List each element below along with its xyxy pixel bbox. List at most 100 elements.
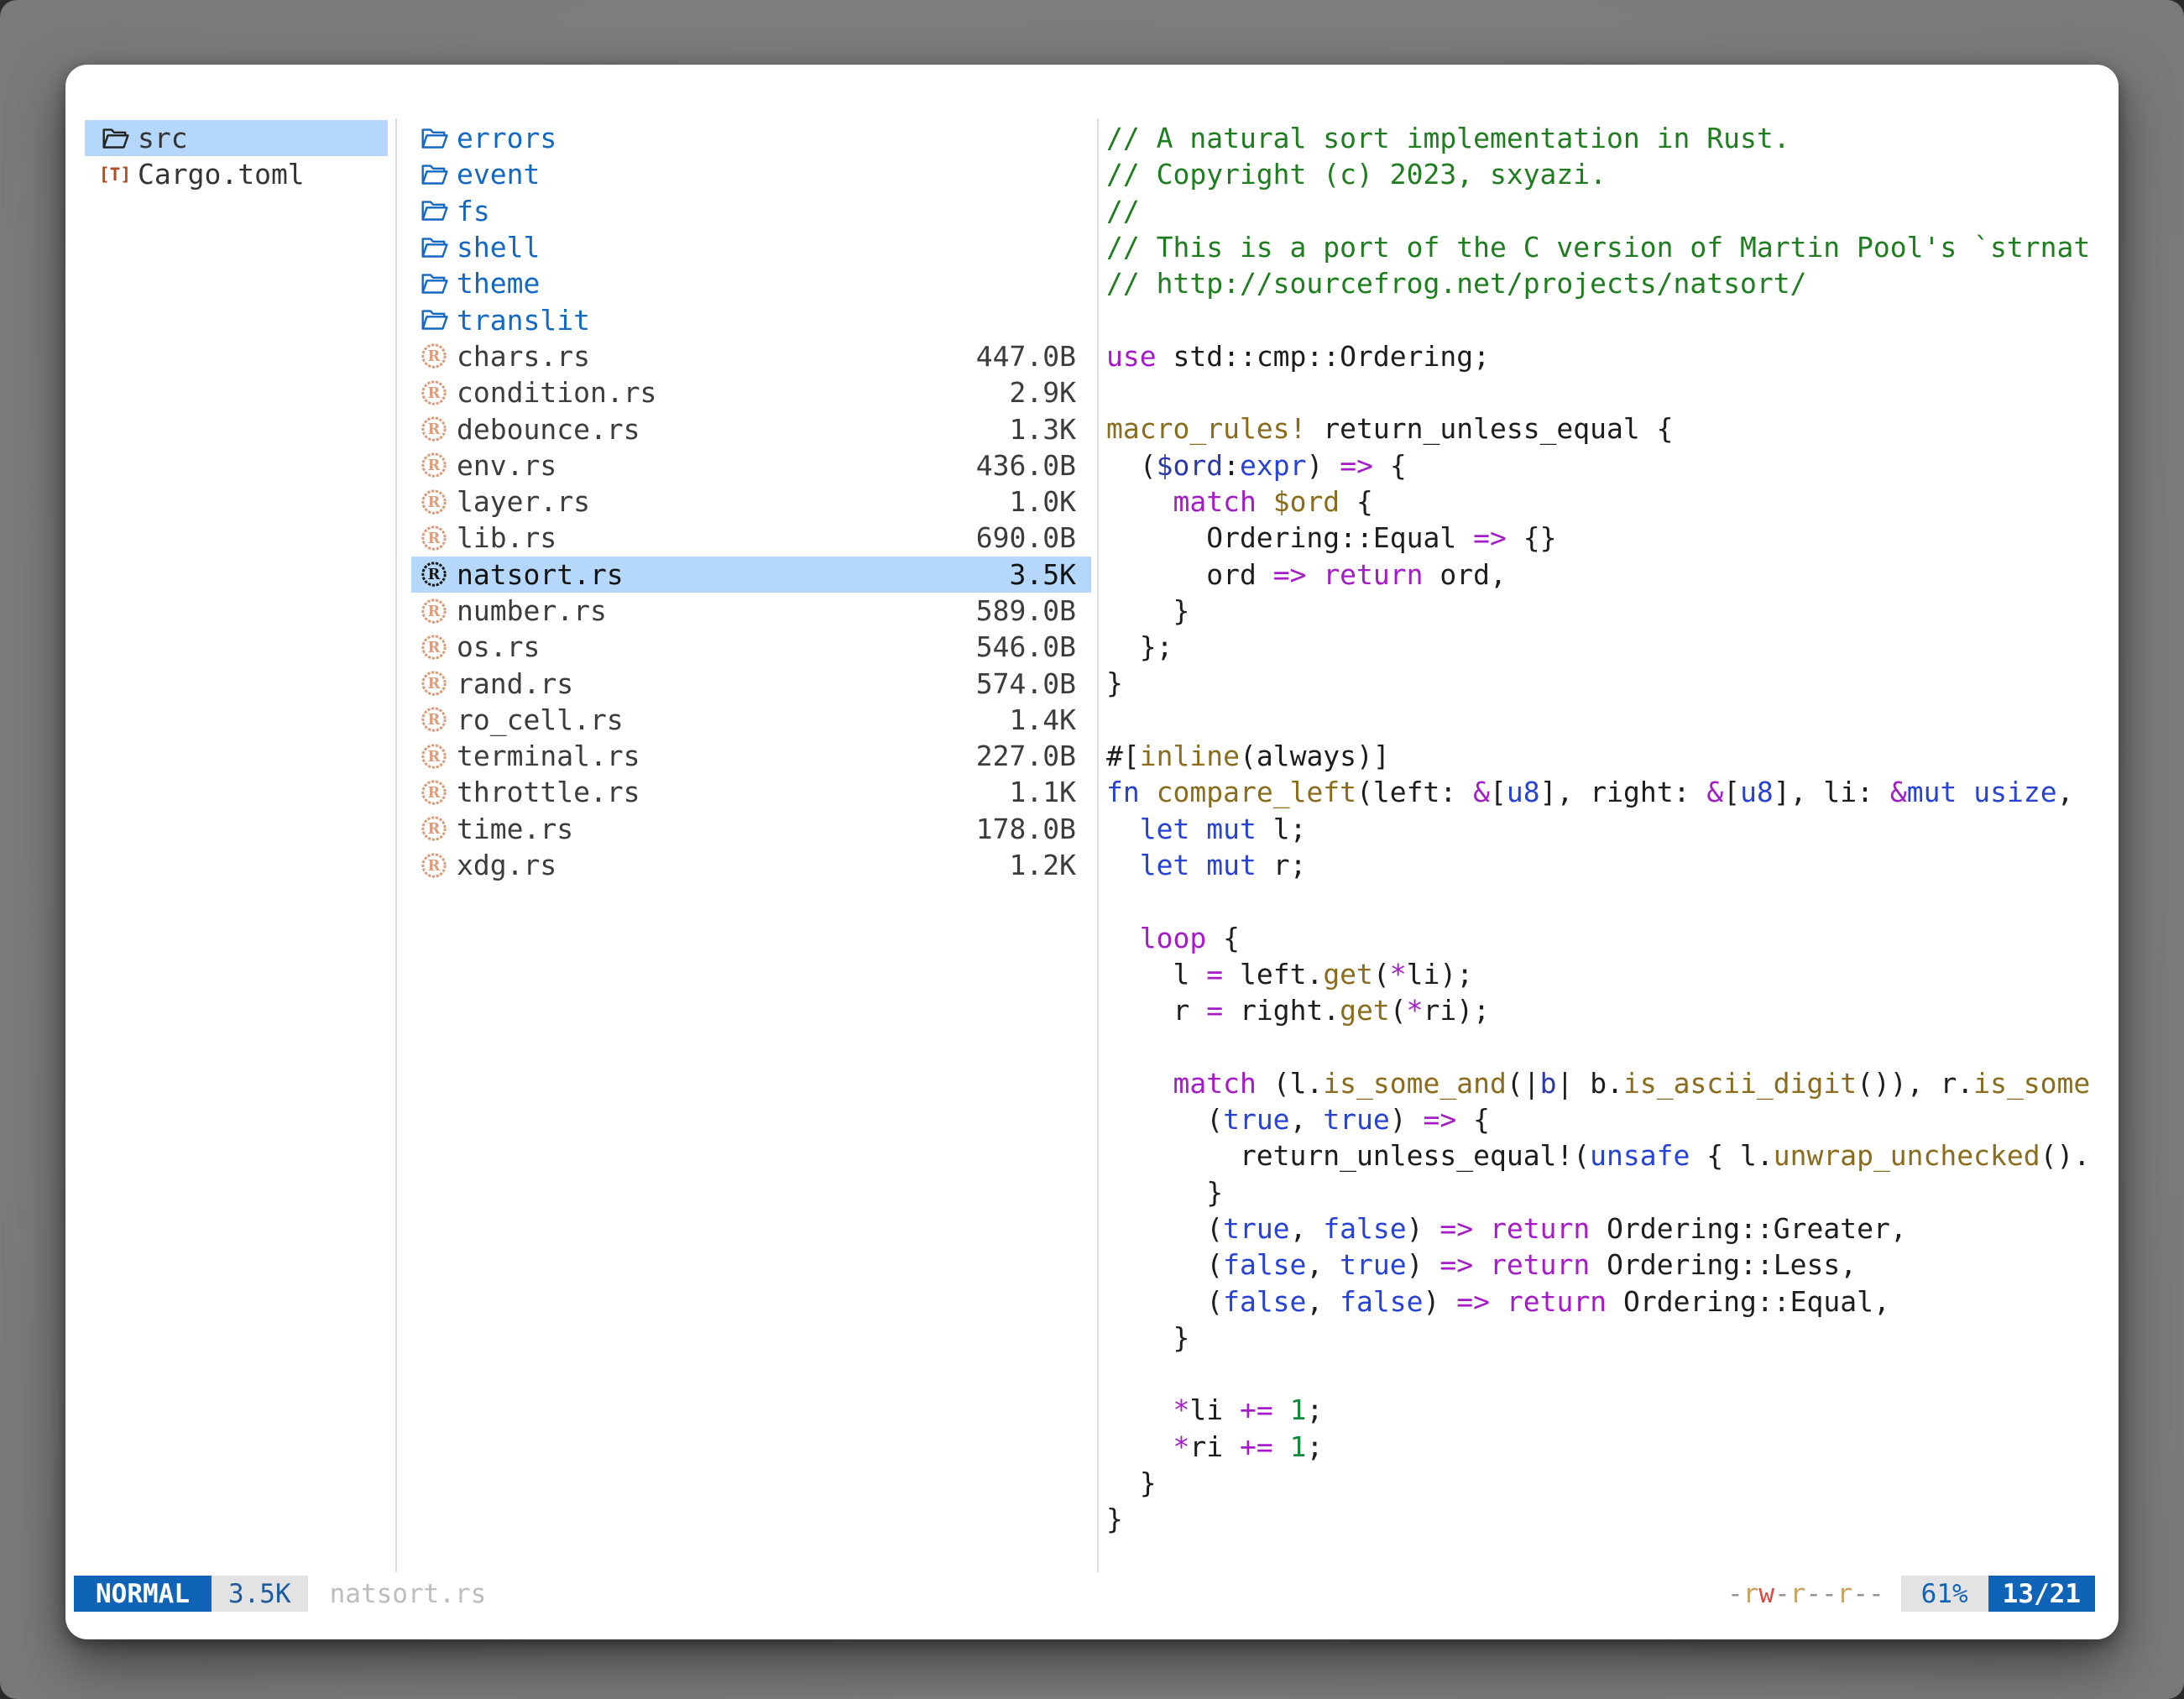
file-name: xdg.rs xyxy=(457,849,556,881)
code-token: li); xyxy=(1407,958,1473,991)
file-row-shell[interactable]: shell xyxy=(411,229,1091,265)
file-row-theme[interactable]: theme xyxy=(411,265,1091,301)
code-token: return xyxy=(1490,1212,1590,1245)
file-size: 1.0K xyxy=(1010,485,1083,518)
code-token: l; xyxy=(1257,813,1307,845)
code-line: // xyxy=(1106,193,2105,229)
code-line: l = left.get(*li); xyxy=(1106,956,2105,992)
code-token: #[ xyxy=(1106,740,1140,772)
code-line: } xyxy=(1106,1320,2105,1356)
perm-char: w xyxy=(1758,1579,1774,1609)
file-row-number.rs[interactable]: Rnumber.rs589.0B xyxy=(411,593,1091,629)
file-row-event[interactable]: event xyxy=(411,156,1091,192)
code-line: #[inline(always)] xyxy=(1106,738,2105,774)
code-line: let mut l; xyxy=(1106,811,2105,847)
code-token xyxy=(1473,1248,1490,1281)
file-size: 589.0B xyxy=(976,594,1083,627)
yazi-window: src[T]Cargo.toml errorseventfsshelltheme… xyxy=(65,65,2119,1639)
file-size: 546.0B xyxy=(976,630,1083,663)
file-size: 436.0B xyxy=(976,449,1083,482)
file-row-layer.rs[interactable]: Rlayer.rs1.0K xyxy=(411,484,1091,520)
code-token: fn xyxy=(1106,776,1140,808)
file-row-throttle.rs[interactable]: Rthrottle.rs1.1K xyxy=(411,774,1091,810)
file-row-chars.rs[interactable]: Rchars.rs447.0B xyxy=(411,338,1091,374)
code-line: match $ord { xyxy=(1106,484,2105,520)
file-row-src[interactable]: src xyxy=(85,120,388,156)
status-bar: NORMAL 3.5K natsort.rs -rw-r--r-- 61% 13… xyxy=(74,1576,2095,1612)
code-token xyxy=(1957,776,1973,808)
code-token: left. xyxy=(1223,958,1323,991)
file-row-ro_cell.rs[interactable]: Rro_cell.rs1.4K xyxy=(411,702,1091,738)
selected-file-size: 3.5K xyxy=(212,1576,308,1612)
code-token xyxy=(1106,1067,1173,1100)
code-token: ( xyxy=(1390,994,1407,1027)
code-line: // http://sourcefrog.net/projects/natsor… xyxy=(1106,265,2105,301)
code-token: , xyxy=(2057,776,2074,808)
file-row-rand.rs[interactable]: Rrand.rs574.0B xyxy=(411,665,1091,701)
current-pane[interactable]: errorseventfsshelltheme translitRchars.rs… xyxy=(411,120,1091,883)
rust-icon: R xyxy=(420,342,448,370)
file-row-time.rs[interactable]: Rtime.rs178.0B xyxy=(411,811,1091,847)
code-token: r xyxy=(1106,994,1206,1027)
file-row-condition.rs[interactable]: Rcondition.rs2.9K xyxy=(411,374,1091,410)
file-size: 3.5K xyxy=(1010,558,1083,591)
file-row-natsort.rs[interactable]: Rnatsort.rs3.5K xyxy=(411,557,1091,593)
code-token: ()), r. xyxy=(1857,1067,1973,1100)
code-line: r = right.get(*ri); xyxy=(1106,992,2105,1028)
code-token: is_some_and xyxy=(1323,1067,1507,1100)
file-size: 574.0B xyxy=(976,667,1083,700)
file-row-lib.rs[interactable]: Rlib.rs690.0B xyxy=(411,520,1091,556)
pane-separator xyxy=(395,118,397,1572)
file-size: 1.2K xyxy=(1010,849,1083,881)
code-token: return_unless_equal!( xyxy=(1106,1139,1590,1172)
code-token: false xyxy=(1323,1212,1406,1245)
code-token: 1 xyxy=(1290,1430,1307,1463)
parent-pane[interactable]: src[T]Cargo.toml xyxy=(85,120,388,193)
code-token xyxy=(1106,1430,1173,1463)
code-token: true xyxy=(1340,1248,1406,1281)
file-row-xdg.rs[interactable]: Rxdg.rs1.2K xyxy=(411,847,1091,883)
file-row-fs[interactable]: fs xyxy=(411,193,1091,229)
folder-open-icon xyxy=(101,124,129,153)
file-row-Cargo.toml[interactable]: [T]Cargo.toml xyxy=(85,156,388,192)
code-token: => xyxy=(1439,1212,1473,1245)
code-token: & xyxy=(1706,776,1723,808)
code-token: : xyxy=(1223,449,1240,482)
code-token xyxy=(1106,813,1140,845)
code-token: => xyxy=(1340,449,1373,482)
file-size: 447.0B xyxy=(976,340,1083,373)
file-row-translit[interactable]: translit xyxy=(411,301,1091,337)
code-token: // http://sourcefrog.net/projects/natsor… xyxy=(1106,267,1806,300)
code-token: { xyxy=(1206,922,1240,954)
folder-open-icon xyxy=(420,233,448,262)
file-row-env.rs[interactable]: Renv.rs436.0B xyxy=(411,447,1091,484)
rust-icon: R xyxy=(420,633,448,661)
code-token: ( xyxy=(1106,449,1157,482)
file-row-debounce.rs[interactable]: Rdebounce.rs1.3K xyxy=(411,410,1091,447)
file-row-os.rs[interactable]: Ros.rs546.0B xyxy=(411,629,1091,665)
code-line: // Copyright (c) 2023, sxyazi. xyxy=(1106,156,2105,192)
code-token: $ord xyxy=(1273,485,1340,518)
perm-char: - xyxy=(1727,1579,1743,1609)
desktop-background: src[T]Cargo.toml errorseventfsshelltheme… xyxy=(0,0,2184,1699)
file-row-errors[interactable]: errors xyxy=(411,120,1091,156)
code-token: let xyxy=(1140,849,1190,881)
code-token: loop xyxy=(1140,922,1206,954)
preview-pane[interactable]: // A natural sort implementation in Rust… xyxy=(1106,120,2105,1538)
pane-separator xyxy=(1097,118,1099,1572)
file-name: translit xyxy=(457,304,590,337)
code-token: true xyxy=(1223,1212,1289,1245)
code-token: return xyxy=(1490,1248,1590,1281)
code-token: 1 xyxy=(1290,1393,1307,1426)
code-line: // This is a port of the C version of Ma… xyxy=(1106,229,2105,265)
code-line: } xyxy=(1106,1174,2105,1210)
perm-char: -- xyxy=(1852,1579,1884,1609)
perm-char: - xyxy=(1774,1579,1790,1609)
code-token: * xyxy=(1390,958,1407,991)
file-name: theme xyxy=(457,267,540,300)
file-row-terminal.rs[interactable]: Rterminal.rs227.0B xyxy=(411,738,1091,774)
toml-icon: [T] xyxy=(101,160,129,189)
file-size: 1.4K xyxy=(1010,703,1083,736)
file-name: debounce.rs xyxy=(457,413,640,446)
rust-icon: R xyxy=(420,597,448,625)
